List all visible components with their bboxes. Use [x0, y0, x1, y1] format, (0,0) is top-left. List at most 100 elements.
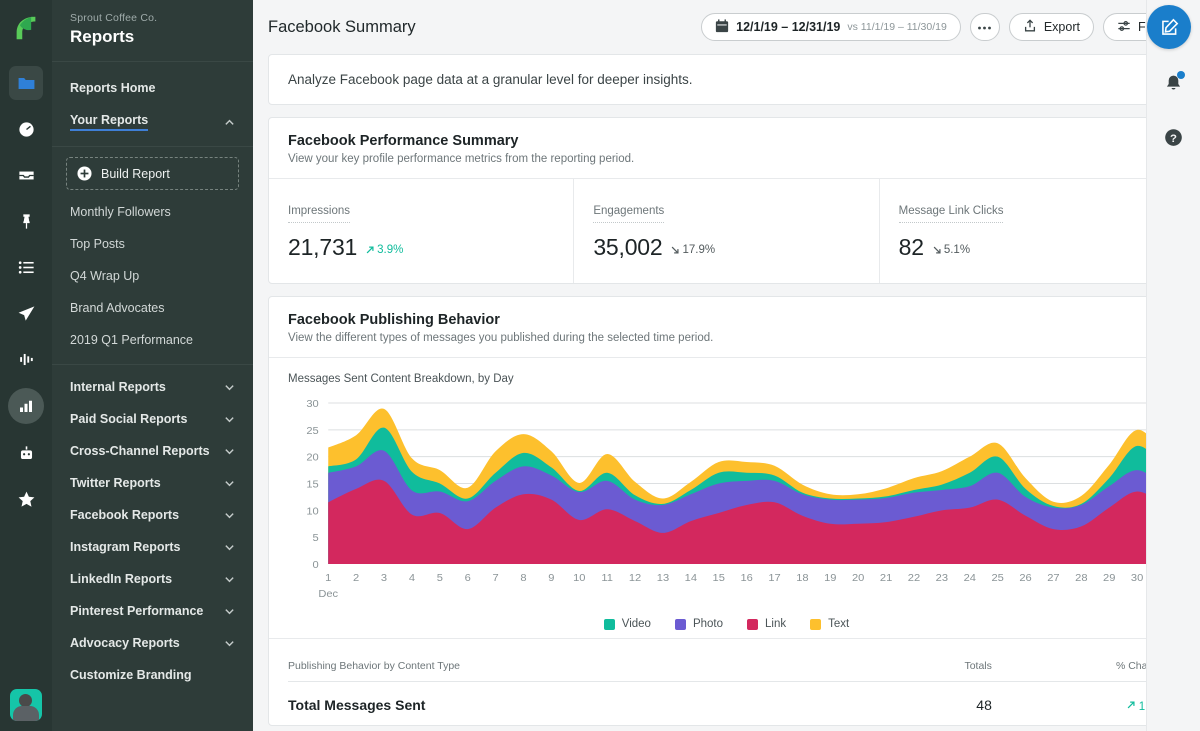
card-header: Facebook Publishing Behavior View the di…: [269, 297, 1184, 357]
svg-text:25: 25: [306, 425, 318, 437]
more-options-button[interactable]: [969, 13, 1000, 41]
compose-button[interactable]: [1147, 5, 1191, 49]
arrow-down-icon: [933, 246, 941, 254]
legend-item-text[interactable]: Text: [810, 618, 849, 630]
chevron-down-icon: [224, 638, 235, 649]
svg-text:20: 20: [306, 452, 318, 464]
svg-text:15: 15: [713, 572, 725, 584]
legend-label: Link: [765, 618, 787, 630]
bar-chart-icon[interactable]: [8, 388, 44, 424]
build-report-button[interactable]: Build Report: [66, 157, 239, 190]
user-avatar[interactable]: [10, 689, 42, 721]
svg-text:24: 24: [964, 572, 976, 584]
export-button[interactable]: Export: [1008, 13, 1094, 41]
your-reports-list: Monthly Followers Top Posts Q4 Wrap Up B…: [52, 196, 253, 356]
table-header-content-type: Publishing Behavior by Content Type: [288, 649, 896, 682]
sidebar-group-instagram-reports[interactable]: Instagram Reports: [52, 531, 253, 563]
list-item[interactable]: 2019 Q1 Performance: [52, 324, 253, 356]
chevron-down-icon: [224, 446, 235, 457]
sidebar-item-label: Paid Social Reports: [70, 412, 188, 426]
sidebar-header: Sprout Coffee Co. Reports: [52, 0, 253, 62]
inbox-icon[interactable]: [9, 158, 43, 192]
sidebar-group-facebook-reports[interactable]: Facebook Reports: [52, 499, 253, 531]
sidebar-group-linkedin-reports[interactable]: LinkedIn Reports: [52, 563, 253, 595]
chevron-down-icon: [224, 478, 235, 489]
table-row[interactable]: Total Messages Sent 48 1.3%: [288, 682, 1165, 726]
sidebar-item-label: Twitter Reports: [70, 476, 161, 490]
legend-label: Video: [621, 618, 651, 630]
svg-text:26: 26: [1019, 572, 1031, 584]
sidebar-group-cross-channel-reports[interactable]: Cross-Channel Reports: [52, 435, 253, 467]
bell-icon[interactable]: [1157, 66, 1191, 100]
svg-text:29: 29: [1103, 572, 1115, 584]
sidebar-item-label: Facebook Reports: [70, 508, 180, 522]
list-item[interactable]: Monthly Followers: [52, 196, 253, 228]
svg-text:18: 18: [796, 572, 808, 584]
svg-text:7: 7: [493, 572, 499, 584]
svg-text:27: 27: [1047, 572, 1059, 584]
list-icon[interactable]: [9, 250, 43, 284]
metric-change: 17.9%: [682, 244, 716, 256]
row-change: 1.3%: [992, 682, 1165, 726]
stacked-area-chart[interactable]: 0 5 10 15 20 25 30 1 2 3 4 5 6 7 8 9 10 11 12 13 14 15 16 17 18 1…: [288, 391, 1171, 606]
legend-item-link[interactable]: Link: [747, 618, 786, 630]
legend-item-video[interactable]: Video: [603, 618, 651, 630]
svg-text:Dec: Dec: [318, 588, 338, 600]
arrow-up-icon: [366, 246, 374, 254]
sidebar-report-groups: Internal Reports Paid Social Reports Cro…: [52, 364, 253, 691]
legend-label: Text: [828, 618, 850, 630]
sidebar-item-label: Advocacy Reports: [70, 636, 180, 650]
sidebar-item-label: Cross-Channel Reports: [70, 444, 210, 458]
sidebar-group-paid-social-reports[interactable]: Paid Social Reports: [52, 403, 253, 435]
status-badge: 3.9%: [365, 244, 403, 256]
svg-text:25: 25: [991, 572, 1003, 584]
svg-text:0: 0: [313, 559, 319, 571]
sidebar-group-internal-reports[interactable]: Internal Reports: [52, 371, 253, 403]
filters-sliders-icon: [1117, 19, 1131, 36]
notification-dot: [1176, 71, 1185, 79]
card-title: Facebook Publishing Behavior: [288, 312, 500, 328]
paper-plane-icon[interactable]: [9, 296, 43, 330]
content-scroll-area[interactable]: Analyze Facebook page data at a granular…: [253, 54, 1200, 731]
star-icon[interactable]: [9, 482, 43, 516]
svg-text:5: 5: [313, 532, 319, 544]
svg-text:17: 17: [768, 572, 780, 584]
sidebar-item-customize-branding[interactable]: Customize Branding: [52, 659, 253, 691]
date-compare-value: vs 11/1/19 – 11/30/19: [847, 21, 947, 33]
card-subtitle: View your key profile performance metric…: [288, 153, 635, 165]
svg-text:16: 16: [740, 572, 752, 584]
list-item[interactable]: Q4 Wrap Up: [52, 260, 253, 292]
sidebar-group-advocacy-reports[interactable]: Advocacy Reports: [52, 627, 253, 659]
metric-label: Impressions: [288, 205, 350, 223]
audio-bars-icon[interactable]: [9, 342, 43, 376]
chevron-down-icon: [224, 606, 235, 617]
bot-icon[interactable]: [9, 436, 43, 470]
metric-change: 3.9%: [377, 244, 404, 256]
sprout-leaf-logo[interactable]: [10, 12, 42, 44]
svg-text:1: 1: [325, 572, 331, 584]
dashboard-gauge-icon[interactable]: [9, 112, 43, 146]
legend-label: Photo: [692, 618, 724, 630]
sidebar-group-twitter-reports[interactable]: Twitter Reports: [52, 467, 253, 499]
help-circle-icon[interactable]: ?: [1157, 120, 1191, 154]
svg-text:?: ?: [1170, 132, 1177, 144]
arrow-up-icon: [1127, 701, 1135, 709]
metric-change: 5.1%: [943, 244, 971, 256]
legend-item-photo[interactable]: Photo: [674, 618, 724, 630]
card-title: Facebook Performance Summary: [288, 133, 519, 149]
chevron-up-icon: [224, 117, 235, 128]
sidebar-item-reports-home[interactable]: Reports Home: [52, 72, 253, 104]
sidebar-item-your-reports[interactable]: Your Reports: [52, 104, 253, 140]
sidebar-group-pinterest-performance[interactable]: Pinterest Performance: [52, 595, 253, 627]
metrics-row: Impressions 21,731 3.9% Engagements 35,0…: [269, 178, 1184, 283]
date-range-value: 12/1/19 – 12/31/19: [736, 20, 841, 34]
date-range-picker[interactable]: 12/1/19 – 12/31/19 vs 11/1/19 – 11/30/19: [701, 13, 961, 41]
svg-text:14: 14: [685, 572, 697, 584]
legend-swatch: [810, 618, 822, 630]
svg-text:30: 30: [306, 398, 318, 410]
folder-icon[interactable]: [9, 66, 43, 100]
sidebar-item-label: LinkedIn Reports: [70, 572, 173, 586]
list-item[interactable]: Brand Advocates: [52, 292, 253, 324]
pin-icon[interactable]: [9, 204, 43, 238]
list-item[interactable]: Top Posts: [52, 228, 253, 260]
